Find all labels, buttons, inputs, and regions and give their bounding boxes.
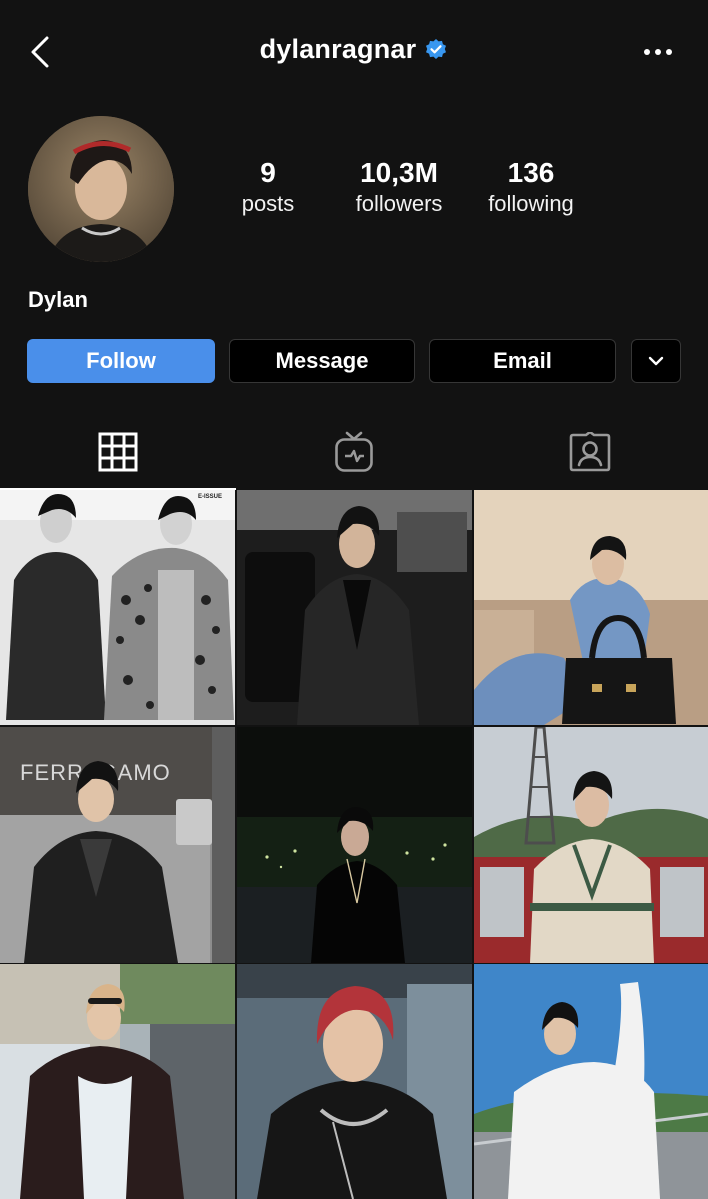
- following-count-value: 136: [507, 157, 555, 188]
- more-options-button[interactable]: [638, 36, 678, 68]
- message-button[interactable]: Message: [229, 339, 415, 383]
- posts-count[interactable]: 9 posts: [218, 156, 318, 218]
- followers-count-label: followers: [355, 191, 443, 216]
- post-image: [237, 964, 472, 1199]
- username: dylanragnar: [259, 34, 417, 64]
- post-image: [474, 727, 708, 963]
- post-thumbnail[interactable]: [0, 964, 235, 1199]
- tv-icon: [335, 431, 373, 472]
- profile-avatar[interactable]: [28, 116, 174, 262]
- post-image: [237, 727, 472, 963]
- post-image: E-ISSUE: [0, 490, 235, 725]
- suggested-accounts-button[interactable]: [631, 339, 681, 383]
- following-count-label: following: [488, 191, 574, 216]
- display-name: Dylan: [28, 287, 88, 312]
- posts-count-value: 9: [260, 157, 276, 188]
- chevron-down-icon: [648, 356, 664, 366]
- posts-count-label: posts: [241, 191, 295, 216]
- post-image: FERRAGAMO: [0, 727, 235, 963]
- profile-stats: 9 posts 10,3M followers 136 following: [204, 156, 604, 226]
- profile-actions: Follow Message Email: [0, 339, 708, 385]
- email-button[interactable]: Email: [429, 339, 616, 383]
- followers-count-value: 10,3M: [360, 157, 438, 188]
- post-image: [474, 490, 708, 725]
- tab-posts-grid[interactable]: [0, 414, 236, 490]
- post-thumbnail[interactable]: FERRAGAMO: [0, 727, 235, 963]
- post-thumbnail[interactable]: [237, 964, 472, 1199]
- post-thumbnail[interactable]: [237, 727, 472, 963]
- magazine-text: E-ISSUE: [198, 494, 222, 500]
- verified-badge-icon: [426, 38, 447, 59]
- post-image: [474, 964, 708, 1199]
- post-thumbnail[interactable]: [474, 964, 708, 1199]
- posts-grid: E-ISSUE: [0, 490, 708, 1199]
- tab-tagged[interactable]: [472, 414, 708, 490]
- followers-count[interactable]: 10,3M followers: [344, 156, 454, 218]
- follow-button[interactable]: Follow: [27, 339, 215, 383]
- avatar-photo: [28, 116, 174, 262]
- post-image: [237, 490, 472, 725]
- header-title: dylanragnar: [0, 34, 708, 65]
- post-thumbnail[interactable]: [474, 727, 708, 963]
- profile-tabs: [0, 414, 708, 490]
- post-thumbnail[interactable]: E-ISSUE: [0, 490, 235, 725]
- following-count[interactable]: 136 following: [476, 156, 586, 218]
- tab-igtv[interactable]: [236, 414, 472, 490]
- profile-header: dylanragnar: [0, 0, 708, 104]
- post-thumbnail[interactable]: [237, 490, 472, 725]
- more-horizontal-icon: [644, 49, 672, 55]
- post-thumbnail[interactable]: [474, 490, 708, 725]
- tagged-person-icon: [569, 432, 611, 472]
- post-image: [0, 964, 235, 1199]
- grid-icon: [98, 432, 138, 472]
